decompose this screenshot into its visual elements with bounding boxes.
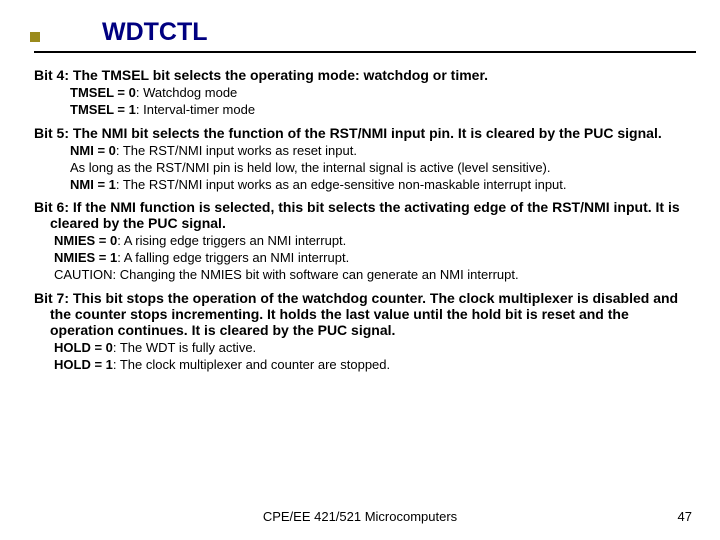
bit7-line1: HOLD = 0: The WDT is fully active. <box>54 340 696 357</box>
bit5-line3: NMI = 1: The RST/NMI input works as an e… <box>70 177 696 194</box>
bit6-l1-text: : A rising edge triggers an NMI interrup… <box>117 233 346 248</box>
bit5-line1: NMI = 0: The RST/NMI input works as rese… <box>70 143 696 160</box>
bit4-line2: TMSEL = 1: Interval-timer mode <box>70 102 696 119</box>
bit6-section: Bit 6: If the NMI function is selected, … <box>34 199 696 284</box>
bit5-line2: As long as the RST/NMI pin is held low, … <box>70 160 696 177</box>
bit6-line3: CAUTION: Changing the NMIES bit with sof… <box>54 267 696 284</box>
bit7-l2-key: HOLD = 1 <box>54 357 113 372</box>
bit5-l3-key: NMI = 1 <box>70 177 116 192</box>
bit6-l1-key: NMIES = 0 <box>54 233 117 248</box>
bit7-line2: HOLD = 1: The clock multiplexer and coun… <box>54 357 696 374</box>
title-block: WDTCTL <box>34 18 696 53</box>
bit7-l1-key: HOLD = 0 <box>54 340 113 355</box>
bit4-l2-key: TMSEL = 1 <box>70 102 136 117</box>
footer-page-number: 47 <box>678 509 692 524</box>
bit6-l2-key: NMIES = 1 <box>54 250 117 265</box>
bit5-l3-text: : The RST/NMI input works as an edge-sen… <box>116 177 567 192</box>
bit7-section: Bit 7: This bit stops the operation of t… <box>34 290 696 374</box>
bit4-l1-text: : Watchdog mode <box>136 85 237 100</box>
bit4-heading: Bit 4: The TMSEL bit selects the operati… <box>34 67 696 83</box>
bit4-l1-key: TMSEL = 0 <box>70 85 136 100</box>
bit5-l1-text: : The RST/NMI input works as reset input… <box>116 143 357 158</box>
bit4-section: Bit 4: The TMSEL bit selects the operati… <box>34 67 696 119</box>
footer-course: CPE/EE 421/521 Microcomputers <box>0 509 720 524</box>
bit5-section: Bit 5: The NMI bit selects the function … <box>34 125 696 194</box>
bit6-heading: Bit 6: If the NMI function is selected, … <box>34 199 696 231</box>
bit4-line1: TMSEL = 0: Watchdog mode <box>70 85 696 102</box>
bit6-line1: NMIES = 0: A rising edge triggers an NMI… <box>54 233 696 250</box>
slide-title: WDTCTL <box>34 18 696 53</box>
title-bullet-icon <box>30 32 40 42</box>
bit6-line2: NMIES = 1: A falling edge triggers an NM… <box>54 250 696 267</box>
bit4-l2-text: : Interval-timer mode <box>136 102 255 117</box>
bit6-l2-text: : A falling edge triggers an NMI interru… <box>117 250 349 265</box>
bit7-l2-text: : The clock multiplexer and counter are … <box>113 357 390 372</box>
bit5-l1-key: NMI = 0 <box>70 143 116 158</box>
bit5-heading: Bit 5: The NMI bit selects the function … <box>34 125 696 141</box>
bit7-l1-text: : The WDT is fully active. <box>113 340 256 355</box>
bit7-heading: Bit 7: This bit stops the operation of t… <box>34 290 696 338</box>
